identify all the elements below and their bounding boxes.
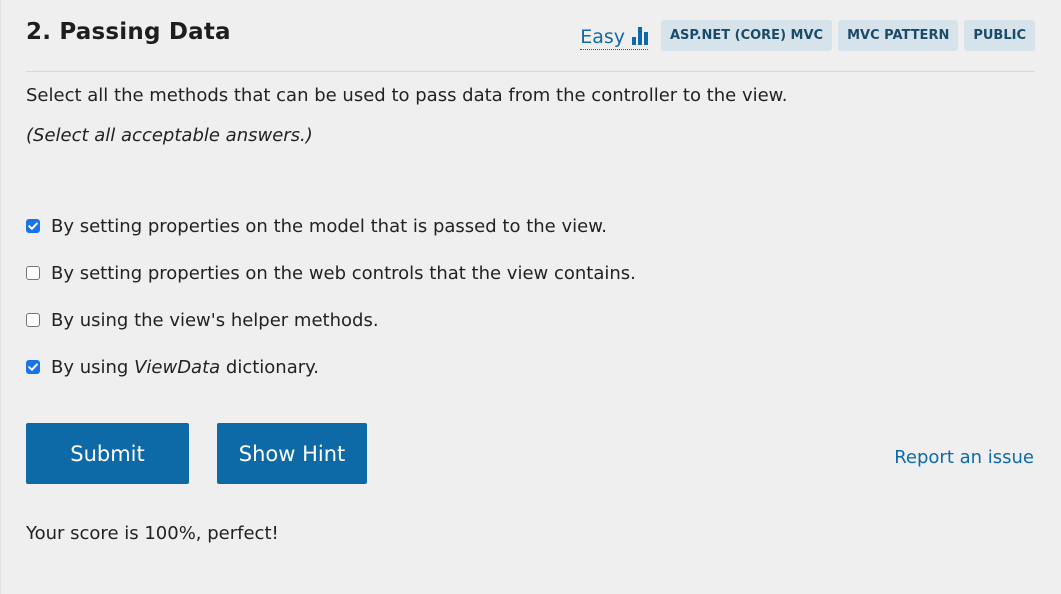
question-meta: Easy ASP.NET (CORE) MVC MVC PATTERN PUBL… — [580, 20, 1035, 51]
question-prompt: Select all the methods that can be used … — [26, 85, 788, 106]
answer-option-label: By setting properties on the web control… — [51, 262, 636, 284]
question-instruction: (Select all acceptable answers.) — [26, 125, 313, 146]
difficulty-label: Easy — [580, 25, 625, 48]
question-card: 2. Passing Data Easy ASP.NET (CORE) MVC … — [0, 0, 1061, 594]
answer-options: By setting properties on the model that … — [26, 214, 636, 402]
question-title: 2. Passing Data — [26, 19, 231, 45]
answer-option-label: By using ViewData dictionary. — [51, 356, 319, 378]
report-issue-link[interactable]: Report an issue — [894, 447, 1034, 468]
answer-option-label: By using the view's helper methods. — [51, 309, 379, 331]
checkbox-checked[interactable] — [26, 219, 40, 233]
question-header: 2. Passing Data Easy ASP.NET (CORE) MVC … — [26, 18, 1035, 72]
answer-option-label: By setting properties on the model that … — [51, 215, 607, 237]
answer-option-4[interactable]: By using ViewData dictionary. — [26, 355, 636, 379]
score-message: Your score is 100%, perfect! — [26, 523, 279, 544]
difficulty-indicator[interactable]: Easy — [580, 22, 648, 50]
checkbox-checked[interactable] — [26, 360, 40, 374]
tag-aspnet-core-mvc[interactable]: ASP.NET (CORE) MVC — [660, 20, 833, 51]
checkbox-unchecked[interactable] — [26, 266, 40, 280]
checkmark-icon — [28, 363, 38, 371]
tag-mvc-pattern[interactable]: MVC PATTERN — [838, 20, 959, 51]
answer-option-2[interactable]: By setting properties on the web control… — [26, 261, 636, 285]
answer-option-1[interactable]: By setting properties on the model that … — [26, 214, 636, 238]
show-hint-button[interactable]: Show Hint — [217, 423, 367, 484]
checkbox-unchecked[interactable] — [26, 313, 40, 327]
answer-option-3[interactable]: By using the view's helper methods. — [26, 308, 636, 332]
submit-button[interactable]: Submit — [26, 423, 189, 484]
bar-chart-icon — [631, 26, 648, 45]
tag-public[interactable]: PUBLIC — [964, 20, 1035, 51]
checkmark-icon — [28, 222, 38, 230]
